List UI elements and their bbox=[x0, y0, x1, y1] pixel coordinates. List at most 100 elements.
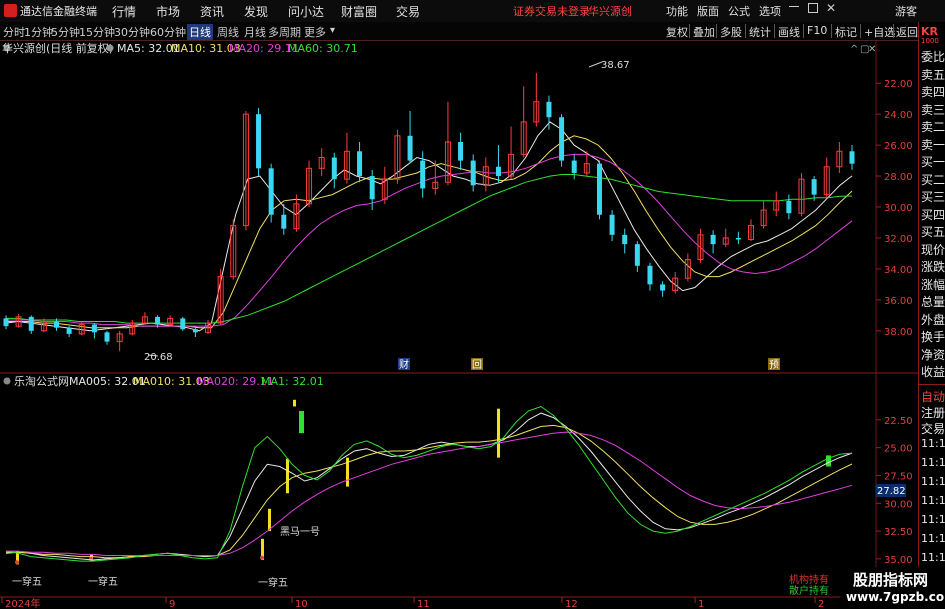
quote-item: 买五 bbox=[921, 225, 945, 239]
btn-adjust[interactable]: 复权 bbox=[666, 24, 688, 40]
candle-body bbox=[180, 318, 186, 330]
period-daily[interactable]: 日线 bbox=[187, 24, 213, 40]
quote-item: 买一 bbox=[921, 155, 945, 169]
period-60min[interactable]: 60分钟 bbox=[150, 24, 186, 40]
sub-tick-label: 30.00 bbox=[884, 499, 913, 510]
divider bbox=[774, 24, 775, 38]
sub-settings-dot-icon[interactable] bbox=[3, 377, 11, 385]
minimize-icon[interactable] bbox=[789, 6, 799, 7]
chevron-down-icon[interactable]: ▾ bbox=[330, 25, 335, 36]
sub-line-ma010 bbox=[6, 424, 853, 559]
signal-dot bbox=[15, 560, 19, 565]
menu-discover[interactable]: 发现 bbox=[244, 3, 268, 20]
btn-statistics[interactable]: 统计 bbox=[749, 24, 771, 40]
period-multi[interactable]: 多周期 bbox=[268, 24, 301, 40]
menu-quotes[interactable]: 行情 bbox=[112, 3, 136, 20]
main-candles bbox=[3, 72, 855, 352]
candle-body bbox=[786, 200, 792, 214]
maximize-icon[interactable] bbox=[808, 3, 818, 13]
menu-options[interactable]: 选项 bbox=[759, 3, 781, 19]
time-tick-label: 1 bbox=[698, 599, 704, 609]
quote-item: 卖一 bbox=[921, 137, 945, 152]
price-tick-label: 32.00 bbox=[884, 234, 913, 245]
quote-lower-item[interactable]: 交易 bbox=[921, 420, 945, 437]
btn-draw[interactable]: 画线 bbox=[778, 24, 800, 40]
period-weekly[interactable]: 周线 bbox=[217, 24, 239, 40]
btn-back[interactable]: 返回 bbox=[896, 24, 918, 40]
marker-return[interactable]: 回 bbox=[471, 358, 483, 371]
quote-item: 总量 bbox=[921, 295, 945, 309]
price-tick-label: 24.00 bbox=[884, 110, 913, 121]
period-30min[interactable]: 30分钟 bbox=[114, 24, 150, 40]
stock-subcode: 1000 bbox=[921, 37, 939, 45]
candle-body bbox=[622, 234, 628, 245]
svg-text:财: 财 bbox=[399, 358, 409, 371]
candle-body bbox=[710, 234, 716, 245]
period-5min[interactable]: 5分钟 bbox=[51, 24, 80, 40]
sub-indicator-lines bbox=[5, 405, 853, 562]
sub-signal-bars bbox=[15, 399, 831, 565]
period-1min[interactable]: 1分钟 bbox=[24, 24, 53, 40]
candle-body bbox=[571, 160, 577, 173]
indicator-toggle-icon[interactable] bbox=[106, 44, 114, 52]
candle-body bbox=[369, 176, 375, 200]
btn-multi-stock[interactable]: 多股 bbox=[720, 24, 742, 40]
panel-close-icon[interactable]: ✕ bbox=[868, 44, 876, 55]
sub-line-ma005 bbox=[5, 412, 853, 561]
watermark: 股朋指标网 www.7gpzb.com bbox=[840, 567, 945, 609]
signal-bar bbox=[286, 458, 289, 494]
sub-tick-label: 35.00 bbox=[884, 555, 913, 566]
menu-wealth-circle[interactable]: 财富圈 bbox=[341, 3, 377, 20]
period-15min[interactable]: 15分钟 bbox=[79, 24, 115, 40]
legend-institution: 机构持有 bbox=[789, 573, 829, 586]
menu-market[interactable]: 市场 bbox=[156, 3, 180, 20]
app-logo-icon bbox=[4, 4, 17, 17]
period-monthly[interactable]: 月线 bbox=[244, 24, 266, 40]
divider bbox=[716, 24, 717, 38]
low-price-label: 20.68 bbox=[144, 352, 173, 363]
divider bbox=[919, 384, 945, 385]
btn-f10[interactable]: F10 bbox=[807, 24, 827, 37]
watermark-url: www.7gpzb.com bbox=[846, 590, 945, 604]
menu-formula[interactable]: 公式 bbox=[728, 3, 750, 19]
menu-functions[interactable]: 功能 bbox=[666, 3, 688, 19]
main-price-axis: 38.00 36.00 34.00 32.00 30.00 28.00 26.00 24.00… bbox=[876, 79, 913, 338]
menu-assistant[interactable]: 问小达 bbox=[288, 3, 324, 20]
candle-body bbox=[811, 179, 817, 195]
price-tick-label: 38.00 bbox=[884, 327, 913, 338]
quote-lower-item[interactable]: 自动 bbox=[921, 388, 945, 405]
price-tick-label: 30.00 bbox=[884, 203, 913, 214]
signal-dot bbox=[260, 555, 264, 560]
quote-item: 卖三 bbox=[921, 102, 945, 117]
signal-bar bbox=[268, 508, 271, 532]
close-icon[interactable]: ✕ bbox=[826, 1, 836, 15]
divider bbox=[803, 24, 804, 38]
kline-chart[interactable]: 华兴源创(日线 前复权) MA5: 32.01 MA10: 31.03 MA20… bbox=[0, 40, 918, 609]
candle-body bbox=[849, 151, 855, 164]
menu-news[interactable]: 资讯 bbox=[200, 3, 224, 20]
candle-body bbox=[470, 160, 476, 186]
quote-item: 换手 bbox=[921, 330, 945, 344]
collapse-up-icon[interactable]: ^ bbox=[850, 44, 858, 55]
time-axis: 2024年 9 10 11 12 1 2 bbox=[1, 597, 824, 609]
btn-add-favorite[interactable]: +自选 bbox=[864, 24, 895, 40]
period-timeshare[interactable]: 分时 bbox=[3, 24, 25, 40]
blackhorse-annotation: 黑马一号 bbox=[280, 526, 320, 538]
guest-label[interactable]: 游客 bbox=[895, 3, 917, 19]
period-more[interactable]: 更多 bbox=[304, 24, 326, 40]
tick-time: 11:16 bbox=[921, 551, 945, 564]
login-notice[interactable]: 证券交易未登录 bbox=[513, 3, 590, 19]
sub-tick-label: 22.50 bbox=[884, 416, 913, 427]
btn-overlay[interactable]: 叠加 bbox=[693, 24, 715, 40]
quote-item: 收益 bbox=[921, 365, 945, 379]
divider bbox=[689, 24, 690, 38]
menu-trade[interactable]: 交易 bbox=[396, 3, 420, 20]
quote-item: 涨幅 bbox=[921, 277, 945, 292]
marker-forecast[interactable]: 预 bbox=[768, 358, 780, 371]
marker-finance[interactable]: 财 bbox=[398, 358, 410, 371]
quote-lower-item[interactable]: 注册 bbox=[921, 404, 945, 421]
btn-mark[interactable]: 标记 bbox=[835, 24, 857, 40]
quote-item: 委比 bbox=[921, 50, 945, 64]
sub-line-ma1 bbox=[5, 405, 853, 562]
menu-layout[interactable]: 版面 bbox=[697, 3, 719, 19]
